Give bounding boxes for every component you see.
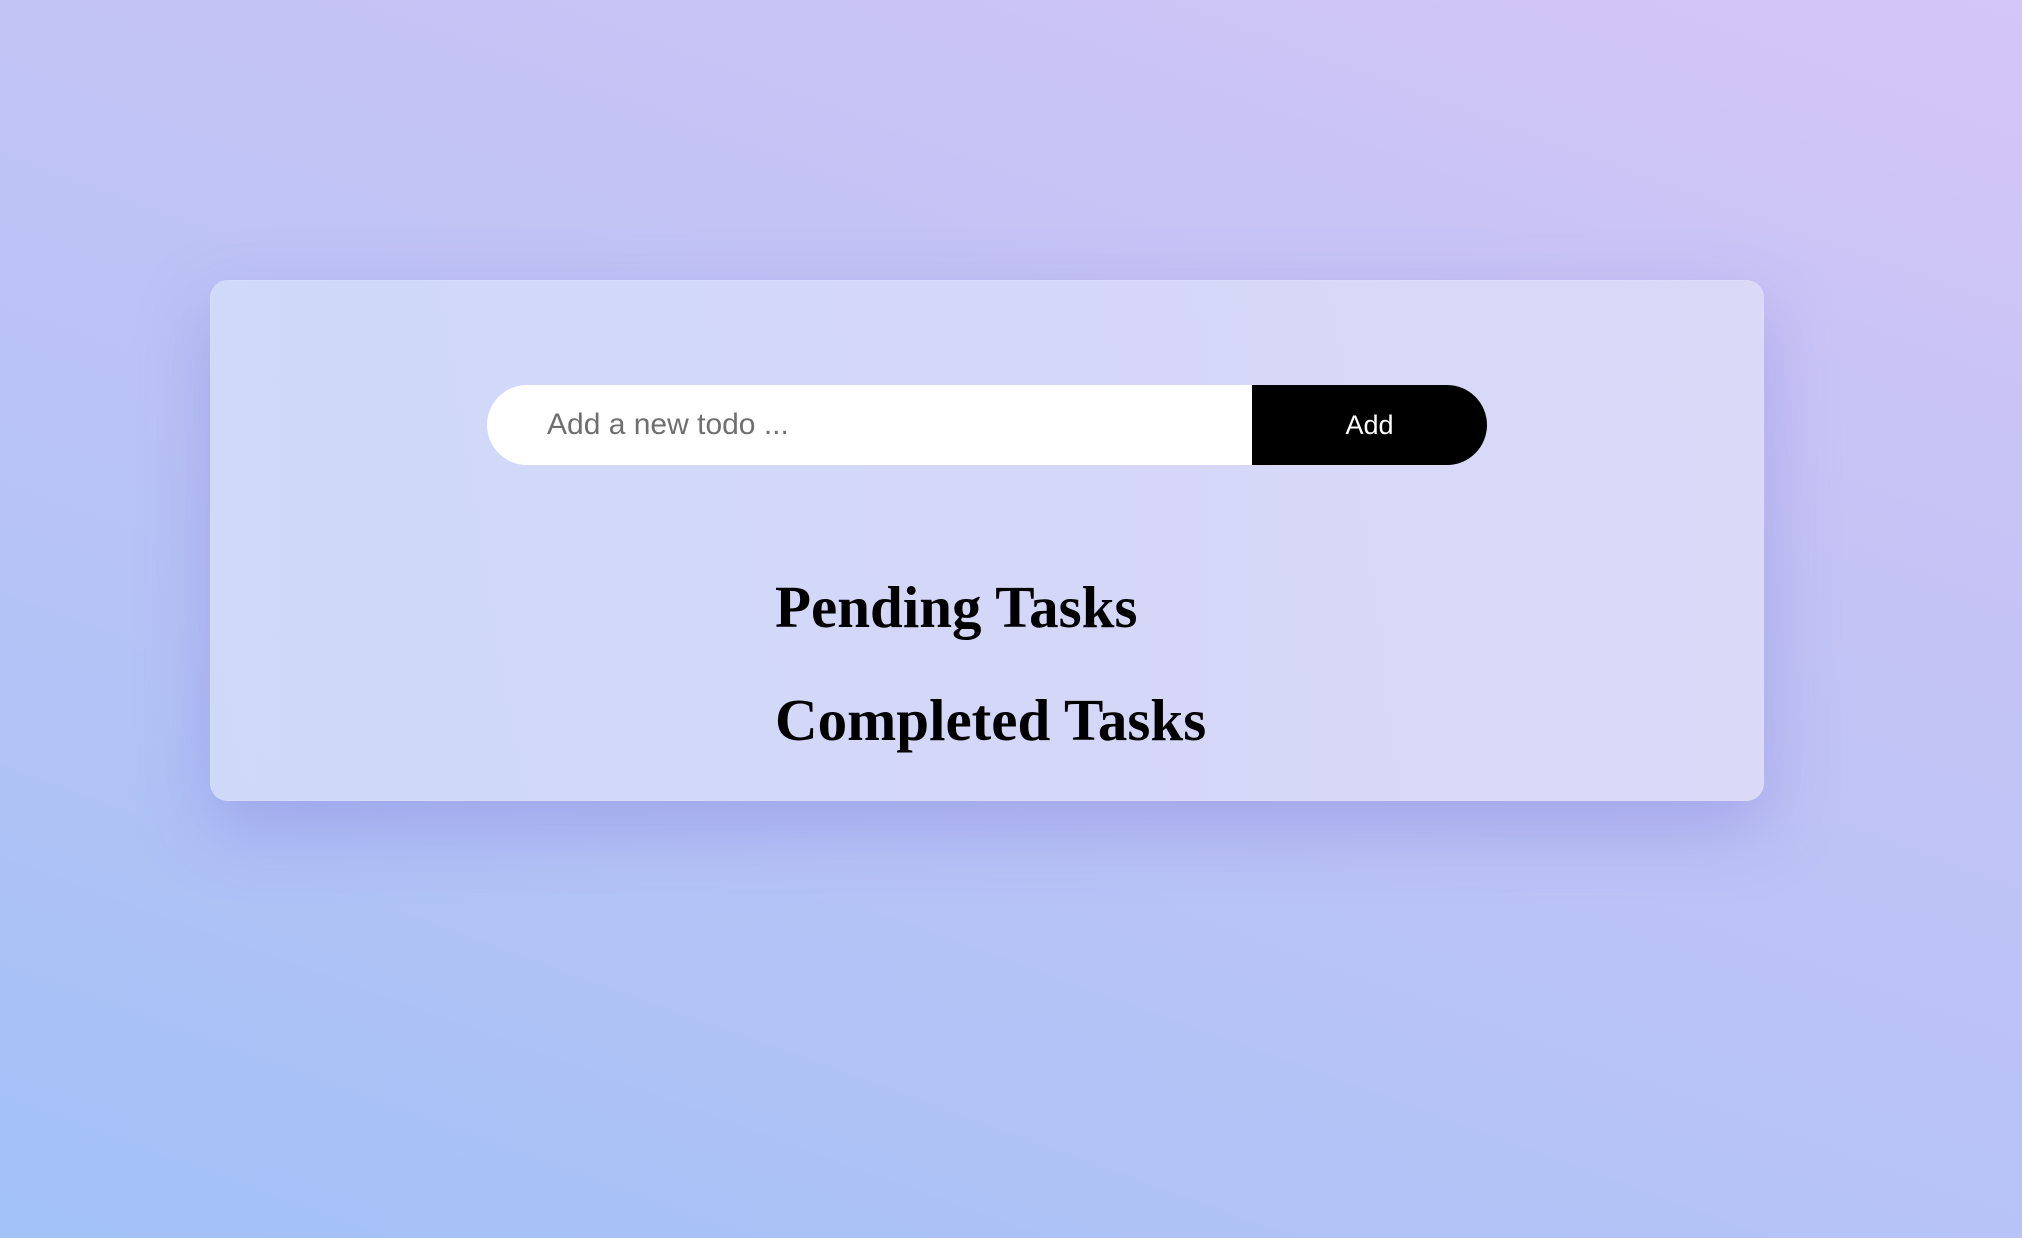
todo-card: Add Pending Tasks Completed Tasks xyxy=(210,280,1764,801)
completed-tasks-heading: Completed Tasks xyxy=(775,687,1207,753)
todo-form: Add xyxy=(487,385,1487,465)
new-todo-input[interactable] xyxy=(487,385,1252,465)
pending-tasks-heading: Pending Tasks xyxy=(775,574,1138,640)
add-todo-button[interactable]: Add xyxy=(1252,385,1487,465)
